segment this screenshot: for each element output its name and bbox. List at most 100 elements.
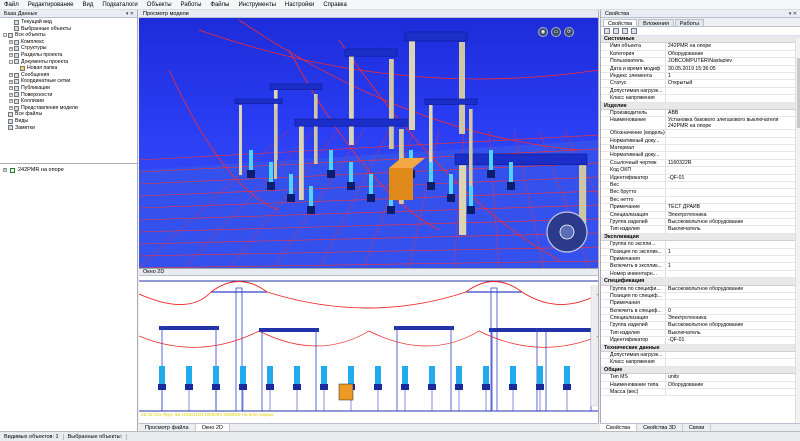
- expand-icon[interactable]: +: [9, 99, 13, 104]
- property-row[interactable]: Категория Оборудование: [601, 50, 800, 59]
- property-row[interactable]: Имя объекта 242PMR на опоре: [601, 43, 800, 51]
- window-2d[interactable]: Окно 2D Z5.33 Ось Ярус 3м 1100х1100 1000…: [139, 268, 599, 431]
- property-row[interactable]: Группа изделий Высоковольтное оборудовани…: [601, 218, 800, 227]
- property-group-header[interactable]: Технические данные: [601, 344, 800, 353]
- menu-item[interactable]: Работы: [181, 2, 202, 8]
- property-value[interactable]: 1: [666, 73, 800, 79]
- expand-icon[interactable]: +: [9, 86, 13, 91]
- property-value[interactable]: [666, 182, 800, 188]
- property-row[interactable]: Нормативный доку...: [601, 152, 800, 160]
- tree-item[interactable]: Текущий вид: [0, 19, 137, 26]
- expand-icon[interactable]: +: [9, 73, 13, 78]
- property-row[interactable]: Позиция по эксплик... 1: [601, 248, 800, 256]
- expand-icon[interactable]: [9, 20, 13, 24]
- property-row[interactable]: Группа изделий Высоковольтное оборудовани…: [601, 322, 800, 330]
- expand-icon[interactable]: +: [9, 79, 13, 84]
- expand-icon[interactable]: +: [3, 168, 7, 172]
- expand-icon[interactable]: +: [9, 53, 13, 58]
- sort-alpha-icon[interactable]: [613, 28, 619, 34]
- property-value[interactable]: Выключатель: [666, 330, 800, 336]
- property-value[interactable]: Выключатель: [666, 226, 800, 232]
- property-row[interactable]: Примечания: [601, 300, 800, 308]
- property-value[interactable]: Высоковольтное оборудование: [666, 286, 800, 292]
- property-group-header[interactable]: Спецификация: [601, 278, 800, 286]
- expand-icon[interactable]: -: [3, 33, 7, 38]
- property-row[interactable]: Индекс элемента 1: [601, 72, 800, 81]
- tree-item[interactable]: + Публикации: [0, 85, 137, 92]
- ortho-icon[interactable]: ▭: [551, 27, 561, 37]
- expand-icon[interactable]: [3, 126, 7, 130]
- property-value[interactable]: 242PMR на опоре: [666, 43, 800, 49]
- property-row[interactable]: Тип MS units: [601, 374, 800, 382]
- property-value[interactable]: [666, 152, 800, 158]
- property-value[interactable]: Оборудование: [666, 51, 800, 57]
- bottom-tab[interactable]: Связи: [683, 424, 712, 431]
- menu-item[interactable]: Файлы: [210, 2, 229, 8]
- property-value[interactable]: [666, 197, 800, 203]
- panel-pin-close-icon[interactable]: ▾ ✕: [126, 10, 134, 18]
- sort-desc-icon[interactable]: [622, 28, 628, 34]
- property-value[interactable]: Высоковольтное оборудование: [666, 322, 800, 328]
- property-row[interactable]: Идентификатор -QF-01: [601, 174, 800, 183]
- tree-item[interactable]: + Поверхности: [0, 92, 137, 99]
- tree-item[interactable]: + Коллизии: [0, 98, 137, 105]
- property-row[interactable]: Тип изделия Выключатель: [601, 329, 800, 338]
- property-row[interactable]: Специализация Электротехника: [601, 211, 800, 219]
- expand-icon[interactable]: [9, 27, 13, 31]
- property-row[interactable]: Включить в специф... 0: [601, 307, 800, 316]
- property-value[interactable]: [666, 138, 800, 144]
- property-row[interactable]: Вес нетто: [601, 196, 800, 205]
- property-row[interactable]: Группа по специфи... Высоковольтное обору…: [601, 285, 800, 293]
- property-group-header[interactable]: Общие: [601, 366, 800, 375]
- property-row[interactable]: Включить в эксплик... 1: [601, 263, 800, 271]
- property-value[interactable]: JOBCOMPUTER\Nastaziev: [666, 58, 800, 64]
- property-row[interactable]: Позиция по специф...: [601, 292, 800, 301]
- property-value[interactable]: [666, 189, 800, 195]
- bottom-tab[interactable]: Свойства 3D: [637, 424, 683, 431]
- expand-icon[interactable]: [3, 119, 7, 123]
- property-value[interactable]: [666, 300, 800, 306]
- tree-item[interactable]: + Координатные сетки: [0, 78, 137, 85]
- menu-item[interactable]: Объекты: [147, 2, 172, 8]
- property-value[interactable]: [666, 293, 800, 299]
- property-value[interactable]: Высоковольтное оборудование: [666, 219, 800, 225]
- properties-tab[interactable]: Работы: [674, 19, 705, 27]
- property-value[interactable]: Электротехника: [666, 212, 800, 218]
- property-value[interactable]: [666, 389, 800, 395]
- property-value[interactable]: Установка бакового элегазового выключате…: [666, 117, 800, 129]
- property-row[interactable]: Тип изделия Выключатель: [601, 226, 800, 234]
- property-value[interactable]: Открытый: [666, 80, 800, 86]
- property-row[interactable]: Вес: [601, 182, 800, 190]
- tree-item[interactable]: + Структуры: [0, 45, 137, 52]
- camera-icon[interactable]: ◉: [538, 27, 548, 37]
- property-value[interactable]: [666, 145, 800, 151]
- bottom-tab[interactable]: Просмотр файла: [139, 424, 196, 431]
- properties-tab[interactable]: Вложения: [638, 19, 674, 27]
- bottom-tab[interactable]: Свойства: [600, 424, 638, 431]
- expand-icon[interactable]: [15, 66, 19, 70]
- property-row[interactable]: Номер инвентарн...: [601, 270, 800, 279]
- expand-icon[interactable]: [3, 113, 7, 117]
- property-row[interactable]: Код ОКП: [601, 167, 800, 175]
- categorized-icon[interactable]: [604, 28, 610, 34]
- menu-item[interactable]: Подкаталоги: [102, 2, 137, 8]
- property-row[interactable]: Класс напряжения: [601, 95, 800, 103]
- property-row[interactable]: Примечания: [601, 255, 800, 264]
- tree-item[interactable]: + Сообщения: [0, 72, 137, 79]
- property-value[interactable]: [666, 167, 800, 173]
- property-value[interactable]: [666, 271, 800, 277]
- expand-icon[interactable]: +: [9, 92, 13, 97]
- property-value[interactable]: [666, 88, 800, 94]
- menu-item[interactable]: Вид: [82, 2, 93, 8]
- property-value[interactable]: [666, 241, 800, 247]
- property-row[interactable]: Дата и время модиф 30.05.2019 15:36:05: [601, 65, 800, 73]
- properties-tab[interactable]: Свойства: [603, 19, 638, 27]
- property-value[interactable]: [666, 256, 800, 262]
- property-row[interactable]: Масса (вес): [601, 388, 800, 397]
- property-value[interactable]: [666, 352, 800, 358]
- tree-item[interactable]: - Документы проекта: [0, 59, 137, 66]
- model-viewport[interactable]: Просмотр модели ◉ ▭ ⟳: [139, 10, 599, 268]
- tree-item[interactable]: + Разделы проекта: [0, 52, 137, 59]
- layer-checkbox[interactable]: [10, 167, 15, 173]
- property-value[interactable]: Оборудование: [666, 382, 800, 388]
